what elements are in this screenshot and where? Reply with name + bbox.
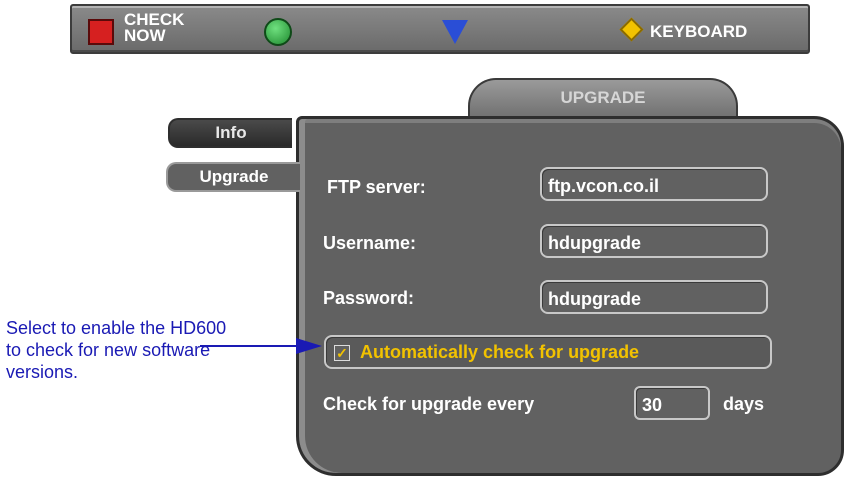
ftp-server-value: ftp.vcon.co.il (548, 176, 660, 196)
checkmark-icon: ✓ (334, 345, 350, 361)
check-interval-days-field[interactable]: 30 (634, 386, 710, 420)
username-label: Username: (323, 233, 417, 253)
check-interval-value: 30 (642, 395, 663, 415)
annotation-arrow-icon (200, 338, 322, 354)
upgrade-title-tab: UPGRADE (468, 78, 738, 118)
check-now-label: CHECK NOW (124, 10, 185, 45)
blue-triangle-key-icon[interactable] (442, 20, 468, 44)
red-key-icon[interactable] (88, 19, 114, 45)
username-value: hdupgrade (548, 233, 641, 253)
ftp-server-field[interactable]: ftp.vcon.co.il (540, 167, 768, 201)
password-field[interactable]: hdupgrade (540, 280, 768, 314)
username-field[interactable]: hdupgrade (540, 224, 768, 258)
remote-key-bar: CHECK NOW KEYBOARD (70, 4, 810, 54)
ftp-server-label: FTP server: (327, 177, 426, 197)
keyboard-label: KEYBOARD (650, 22, 748, 41)
password-value: hdupgrade (548, 289, 641, 309)
tab-info[interactable]: Info (168, 118, 292, 148)
password-label: Password: (323, 288, 415, 308)
check-interval-label: Check for upgrade every (323, 394, 535, 414)
tab-upgrade[interactable]: Upgrade (166, 162, 300, 192)
auto-check-upgrade-checkbox[interactable]: ✓ Automatically check for upgrade (324, 335, 772, 369)
yellow-diamond-key-icon[interactable] (619, 17, 644, 42)
green-key-icon[interactable] (264, 18, 292, 46)
days-label: days (723, 394, 765, 414)
auto-check-upgrade-label: Automatically check for upgrade (360, 342, 640, 362)
